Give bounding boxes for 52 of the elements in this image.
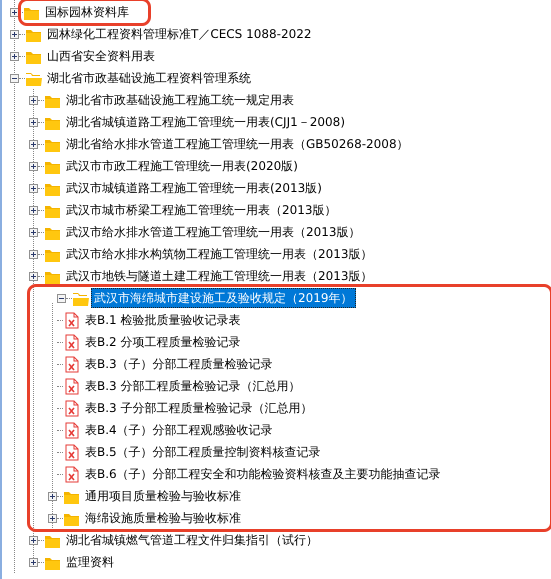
tree-item[interactable]: 表B.3（子）分部工程质量检验记录 xyxy=(82,354,276,374)
expand-icon[interactable] xyxy=(29,536,38,544)
expand-icon[interactable] xyxy=(29,206,38,214)
tree-item[interactable]: 通用项目质量检验与验收标准 xyxy=(82,486,244,506)
expand-icon[interactable] xyxy=(29,162,38,170)
tree-item[interactable]: 表B.4（子）分部工程观感验收记录 xyxy=(82,420,276,440)
tree-item[interactable]: 武汉市给水排水管道工程施工管理统一用表（2013版） xyxy=(63,222,364,242)
expand-icon[interactable] xyxy=(29,184,38,192)
tree-item[interactable]: 武汉市地铁与隧道土建工程施工管理统一用表（2013版） xyxy=(63,266,376,286)
expand-icon[interactable] xyxy=(29,140,38,148)
tree-item[interactable]: 表B.5（子）分部工程质量控制资料核查记录 xyxy=(82,442,324,462)
document-icon xyxy=(63,422,80,438)
tree-item[interactable]: 表B.3 分部工程质量检验记录（汇总用） xyxy=(82,376,304,396)
tree-item[interactable]: 湖北省市政基础设施工程施工统一规定用表 xyxy=(63,90,297,110)
tree-item[interactable]: 表B.2 分项工程质量检验记录 xyxy=(82,332,244,352)
document-icon xyxy=(63,334,80,350)
document-icon xyxy=(63,466,80,482)
expand-icon[interactable] xyxy=(10,8,19,16)
collapse-icon[interactable] xyxy=(10,74,19,82)
tree-item[interactable]: 武汉市城市桥梁工程施工管理统一用表（2013版） xyxy=(63,200,340,220)
tree-item[interactable]: 表B.1 检验批质量验收记录表 xyxy=(82,310,244,330)
tree-item[interactable]: 表B.6（子）分部工程安全和功能检验资料核查及主要功能抽查记录 xyxy=(82,464,444,484)
expand-icon[interactable] xyxy=(48,514,57,522)
tree-item[interactable]: 表B.3 子分部工程质量检验记录（汇总用） xyxy=(82,398,316,418)
tree-item[interactable]: 武汉市海绵城市建设施工及验收规定（2019年） xyxy=(91,288,356,308)
tree-item[interactable]: 园林绿化工程资料管理标准T／CECS 1088-2022 xyxy=(44,24,315,44)
expand-icon[interactable] xyxy=(48,492,57,500)
expand-icon[interactable] xyxy=(29,250,38,258)
expand-icon[interactable] xyxy=(29,228,38,236)
document-icon xyxy=(63,312,80,328)
tree-item[interactable]: 武汉市给水排水构筑物工程施工管理统一用表（2013版） xyxy=(63,244,376,264)
document-icon xyxy=(63,356,80,372)
tree-item[interactable]: 武汉市市政工程施工管理统一用表(2020版) xyxy=(63,156,301,176)
expand-icon[interactable] xyxy=(10,52,19,60)
expand-icon[interactable] xyxy=(29,272,38,280)
tree-item[interactable]: 山西省安全资料用表 xyxy=(44,46,158,66)
document-icon xyxy=(63,400,80,416)
expand-icon[interactable] xyxy=(29,558,38,566)
tree-item[interactable]: 武汉市城镇道路工程施工管理统一用表(2013版) xyxy=(63,178,325,198)
expand-icon[interactable] xyxy=(10,30,19,38)
tree-item[interactable]: 湖北省城镇道路工程施工管理统一用表(CJJ1－2008) xyxy=(63,112,348,132)
tree-item[interactable]: 湖北省市政基础设施工程资料管理系统 xyxy=(44,68,254,88)
expand-icon[interactable] xyxy=(29,118,38,126)
tree-item[interactable]: 国标园林资料库 xyxy=(42,2,132,22)
tree-item[interactable]: 海绵设施质量检验与验收标准 xyxy=(82,508,244,528)
document-icon xyxy=(63,378,80,394)
document-icon xyxy=(63,444,80,460)
expand-icon[interactable] xyxy=(29,96,38,104)
collapse-icon[interactable] xyxy=(57,294,66,302)
tree-item[interactable]: 湖北省给水排水管道工程施工管理统一用表（GB50268-2008） xyxy=(63,134,412,154)
tree-item[interactable]: 湖北省城镇燃气管道工程文件归集指引（试行） xyxy=(63,530,321,550)
tree-item[interactable]: 监理资料 xyxy=(63,552,117,572)
